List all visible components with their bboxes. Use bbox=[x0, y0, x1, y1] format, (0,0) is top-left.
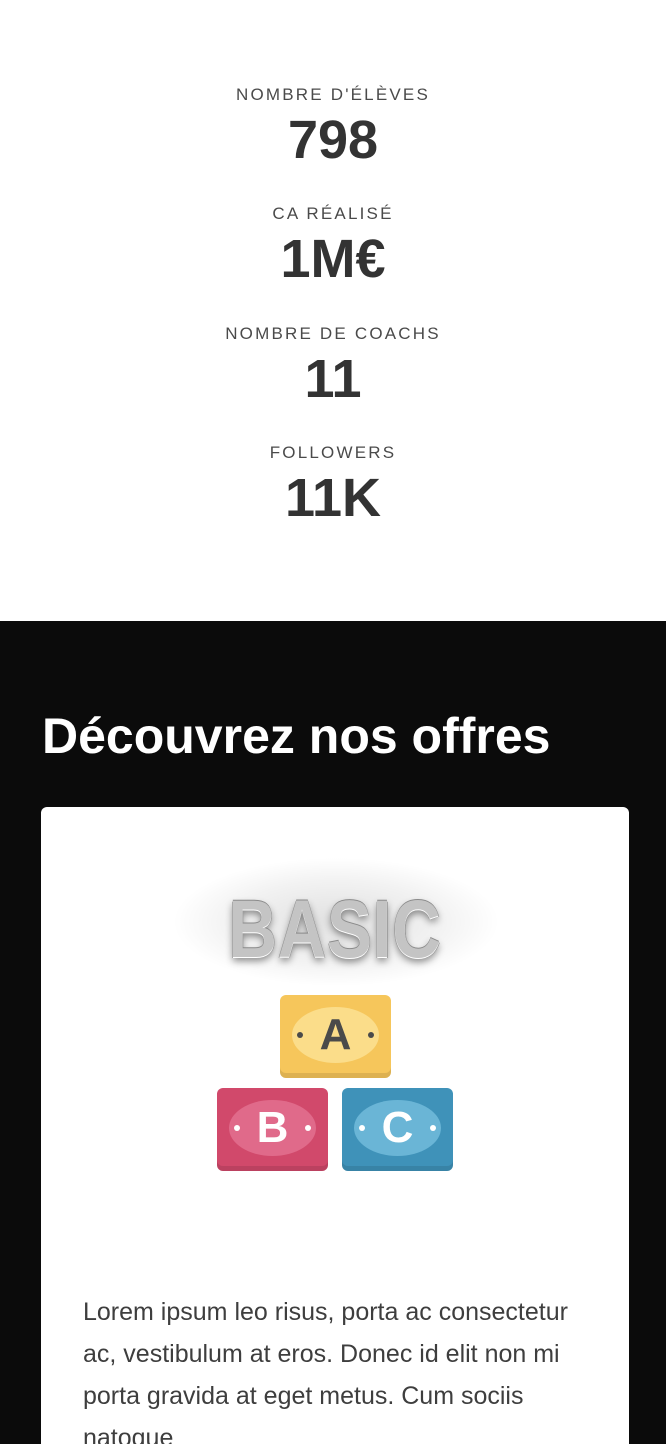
stat-label: NOMBRE D'ÉLÈVES bbox=[235, 85, 430, 104]
block-letter: C bbox=[381, 1103, 414, 1152]
offers-heading: Découvrez nos offres bbox=[42, 708, 551, 764]
block-letter: B bbox=[256, 1103, 289, 1152]
stat-value: 11K bbox=[284, 468, 382, 528]
stats-section: NOMBRE D'ÉLÈVES 798 CA RÉALISÉ 1M€ NOMBR… bbox=[0, 0, 666, 621]
letter-block-c: C bbox=[342, 1088, 453, 1171]
stat-value: 1M€ bbox=[280, 229, 386, 289]
stat-value: 798 bbox=[287, 110, 379, 170]
offer-description: Lorem ipsum leo risus, porta ac consecte… bbox=[83, 1298, 568, 1444]
page: NOMBRE D'ÉLÈVES 798 CA RÉALISÉ 1M€ NOMBR… bbox=[0, 0, 666, 1444]
basic-offer-logo: BASIC A B C bbox=[41, 807, 629, 1207]
logo-word: BASIC bbox=[228, 884, 442, 975]
stat-label: CA RÉALISÉ bbox=[272, 204, 394, 223]
stat-label: FOLLOWERS bbox=[269, 443, 397, 462]
offer-card-basic[interactable]: BASIC A B C Lorem ipsum leo risus, porta… bbox=[41, 807, 629, 1444]
letter-block-b: B bbox=[217, 1088, 328, 1171]
stat-followers: FOLLOWERS 11K bbox=[0, 442, 666, 528]
stat-revenue: CA RÉALISÉ 1M€ bbox=[0, 203, 666, 289]
stat-value: 11 bbox=[304, 349, 362, 409]
stat-coaches: NOMBRE DE COACHS 11 bbox=[0, 323, 666, 409]
block-letter: A bbox=[319, 1010, 352, 1059]
letter-block-a: A bbox=[280, 995, 391, 1078]
offers-section: Découvrez nos offres BASIC A B C Lorem i… bbox=[0, 621, 666, 1444]
stat-label: NOMBRE DE COACHS bbox=[225, 324, 441, 343]
stat-students: NOMBRE D'ÉLÈVES 798 bbox=[0, 84, 666, 170]
